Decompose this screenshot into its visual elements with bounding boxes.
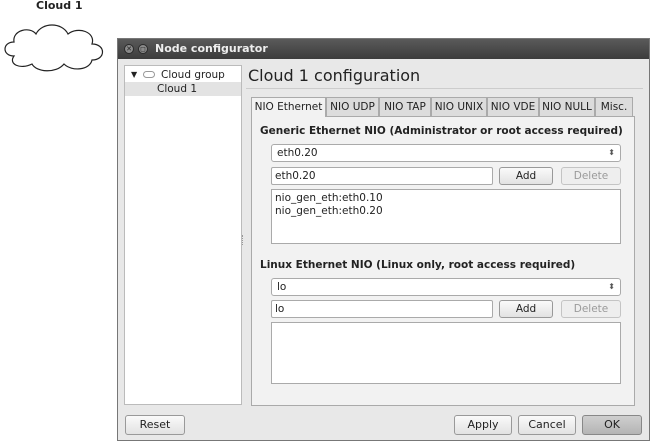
linux-interface-field[interactable]: lo: [271, 300, 493, 318]
window-title: Node configurator: [155, 42, 268, 55]
title-bar[interactable]: ✕ ◻ Node configurator: [118, 39, 649, 59]
cloud-group-icon: [143, 71, 155, 78]
tab-nio-udp[interactable]: NIO UDP: [326, 97, 379, 116]
linux-delete-button[interactable]: Delete: [561, 300, 621, 318]
splitter-handle[interactable]: [242, 235, 245, 245]
node-label: Cloud 1: [36, 0, 83, 12]
list-item[interactable]: nio_gen_eth:eth0.10: [275, 192, 617, 205]
tree-item-cloud-1[interactable]: Cloud 1: [125, 82, 241, 96]
cancel-button[interactable]: Cancel: [518, 415, 576, 435]
node-configurator-window: ✕ ◻ Node configurator ▼ Cloud group Clou…: [117, 38, 650, 441]
maximize-icon[interactable]: ◻: [138, 44, 148, 54]
generic-nio-list[interactable]: nio_gen_eth:eth0.10 nio_gen_eth:eth0.20: [271, 189, 621, 244]
apply-button[interactable]: Apply: [454, 415, 512, 435]
generic-interface-field[interactable]: eth0.20: [271, 167, 493, 185]
generic-delete-button[interactable]: Delete: [561, 167, 621, 185]
select-arrow-icon: ⬍: [608, 148, 615, 157]
linux-interface-select[interactable]: lo ⬍: [271, 278, 621, 296]
tab-nio-unix[interactable]: NIO UNIX: [431, 97, 487, 116]
select-arrow-icon: ⬍: [608, 282, 615, 291]
generic-add-button[interactable]: Add: [499, 167, 553, 185]
title-divider: [246, 88, 643, 89]
tab-misc[interactable]: Misc.: [595, 97, 633, 116]
tab-nio-vde[interactable]: NIO VDE: [487, 97, 539, 116]
list-item[interactable]: nio_gen_eth:eth0.20: [275, 205, 617, 218]
nio-ethernet-panel: Generic Ethernet NIO (Administrator or r…: [251, 116, 635, 406]
close-icon[interactable]: ✕: [124, 44, 134, 54]
generic-interface-select[interactable]: eth0.20 ⬍: [271, 144, 621, 162]
page-title: Cloud 1 configuration: [248, 66, 421, 85]
tree-group-label: Cloud group: [161, 69, 225, 81]
linux-select-value: lo: [277, 281, 287, 293]
tab-nio-ethernet[interactable]: NIO Ethernet: [251, 97, 326, 117]
ok-button[interactable]: OK: [582, 415, 642, 435]
tab-nio-tap[interactable]: NIO TAP: [379, 97, 431, 116]
tab-nio-null[interactable]: NIO NULL: [539, 97, 595, 116]
linux-add-button[interactable]: Add: [499, 300, 553, 318]
generic-select-value: eth0.20: [277, 147, 318, 159]
node-tree[interactable]: ▼ Cloud group Cloud 1: [124, 65, 242, 405]
cloud-icon[interactable]: [0, 14, 112, 74]
reset-button[interactable]: Reset: [125, 415, 185, 435]
generic-section-title: Generic Ethernet NIO (Administrator or r…: [260, 125, 623, 137]
tree-item-cloud-group[interactable]: ▼ Cloud group: [125, 68, 241, 82]
tree-item-label: Cloud 1: [157, 83, 198, 95]
linux-nio-list[interactable]: [271, 322, 621, 384]
expand-arrow-icon[interactable]: ▼: [131, 68, 137, 82]
linux-section-title: Linux Ethernet NIO (Linux only, root acc…: [260, 259, 576, 271]
